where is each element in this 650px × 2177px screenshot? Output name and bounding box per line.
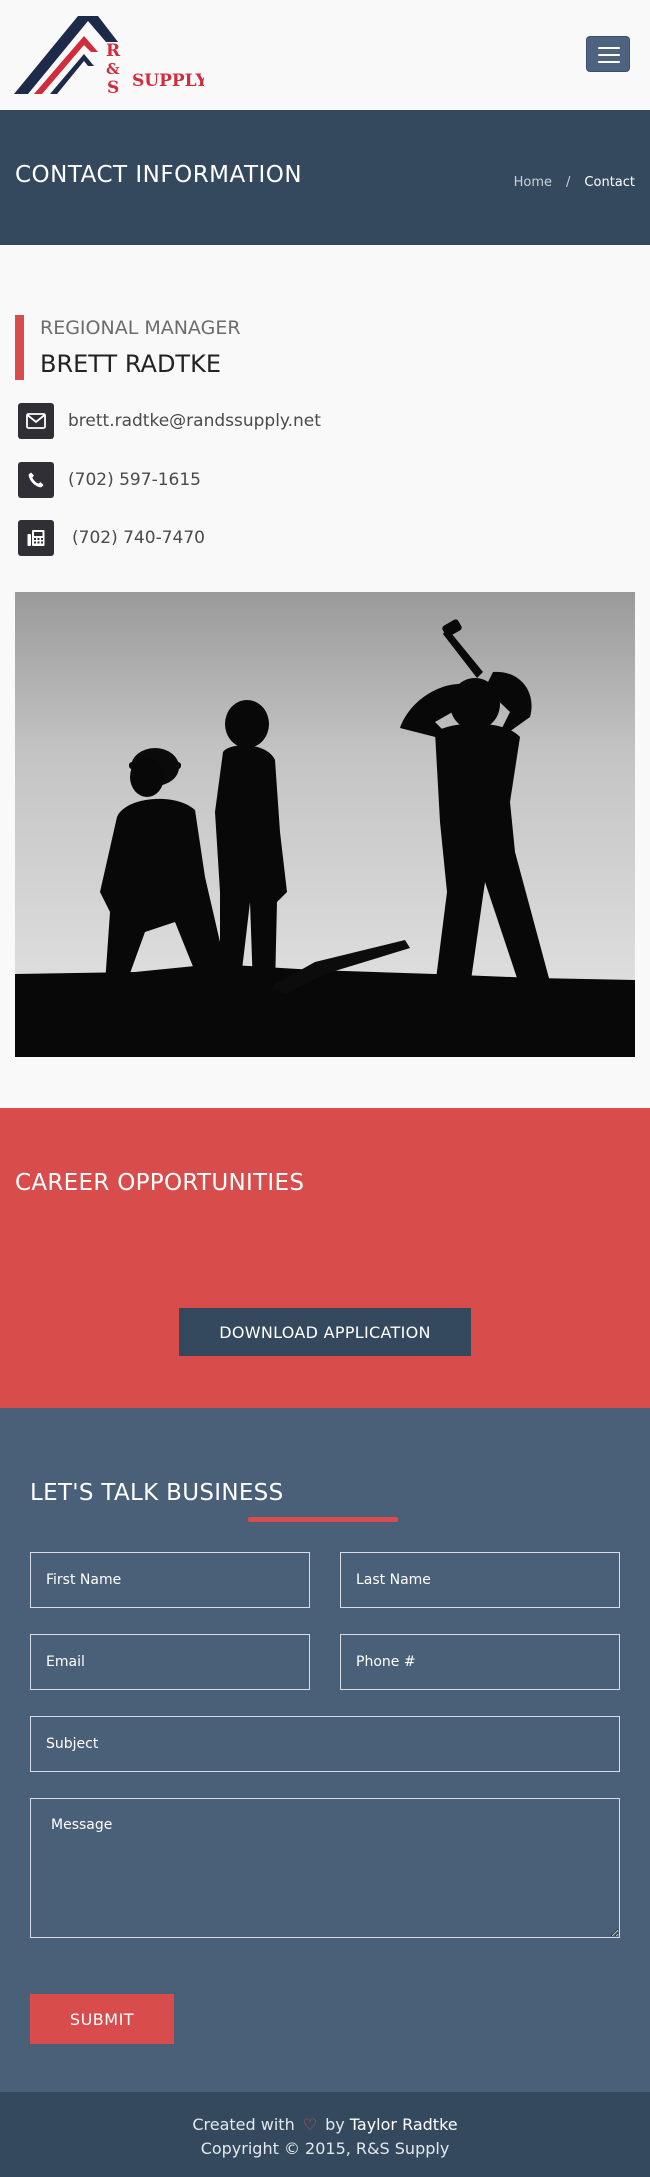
menu-bar xyxy=(598,61,620,63)
footer-by: by xyxy=(325,2115,345,2134)
footer-created-with: Created with xyxy=(192,2115,295,2134)
breadcrumb-current: Contact xyxy=(584,175,635,190)
envelope-icon xyxy=(18,403,54,439)
contact-fax: (702) 740-7470 xyxy=(72,528,205,548)
title-underline xyxy=(248,1517,398,1522)
phone-icon xyxy=(18,462,54,498)
breadcrumb-separator: / xyxy=(566,175,571,190)
footer-author-link[interactable]: Taylor Radtke xyxy=(350,2115,458,2134)
message-textarea[interactable] xyxy=(30,1798,620,1938)
careers-section: CAREER OPPORTUNITIES DOWNLOAD APPLICATIO… xyxy=(0,1108,650,1408)
fax-row: (702) 740-7470 xyxy=(18,520,205,556)
rs-supply-logo[interactable]: R & S SUPPLY xyxy=(14,14,204,98)
site-header: R & S SUPPLY xyxy=(0,0,650,110)
accent-bar xyxy=(15,315,24,380)
workers-silhouette-photo xyxy=(15,592,635,1057)
submit-button[interactable]: SUBMIT xyxy=(30,1994,174,2044)
first-name-input[interactable] xyxy=(30,1552,310,1608)
hamburger-menu-button[interactable] xyxy=(586,36,630,72)
menu-bar xyxy=(598,54,620,56)
breadcrumb-home-link[interactable]: Home xyxy=(514,175,552,190)
contact-email-link[interactable]: brett.radtke@randssupply.net xyxy=(68,411,321,431)
contact-phone-link[interactable]: (702) 597-1615 xyxy=(68,470,201,490)
footer-credit: Created with ♡ by Taylor Radtke xyxy=(0,2115,650,2134)
phone-input[interactable] xyxy=(340,1634,620,1690)
download-application-button[interactable]: DOWNLOAD APPLICATION xyxy=(179,1308,471,1356)
svg-text:&: & xyxy=(106,60,120,78)
fax-icon xyxy=(18,520,54,556)
careers-title: CAREER OPPORTUNITIES xyxy=(15,1170,305,1196)
footer-copyright: Copyright © 2015, R&S Supply xyxy=(200,2139,450,2158)
menu-bar xyxy=(598,47,620,49)
heart-icon: ♡ xyxy=(302,2115,318,2134)
contact-role: REGIONAL MANAGER xyxy=(40,317,241,339)
svg-text:S: S xyxy=(107,78,119,98)
form-title: LET'S TALK BUSINESS xyxy=(30,1480,284,1506)
contact-name: BRETT RADTKE xyxy=(40,350,221,378)
page-title: CONTACT INFORMATION xyxy=(15,162,303,188)
subject-input[interactable] xyxy=(30,1716,620,1772)
page-title-band: CONTACT INFORMATION Home / Contact xyxy=(0,110,650,245)
svg-text:R: R xyxy=(106,41,121,61)
email-input[interactable] xyxy=(30,1634,310,1690)
site-footer: Created with ♡ by Taylor Radtke Copyright … xyxy=(0,2092,650,2177)
email-row: brett.radtke@randssupply.net xyxy=(18,403,321,439)
contact-section: REGIONAL MANAGER BRETT RADTKE brett.radt… xyxy=(0,245,650,1108)
contact-form-section: LET'S TALK BUSINESS SUBMIT xyxy=(0,1408,650,2092)
phone-row: (702) 597-1615 xyxy=(18,462,201,498)
last-name-input[interactable] xyxy=(340,1552,620,1608)
breadcrumb: Home / Contact xyxy=(514,175,635,190)
svg-text:SUPPLY: SUPPLY xyxy=(132,71,204,91)
